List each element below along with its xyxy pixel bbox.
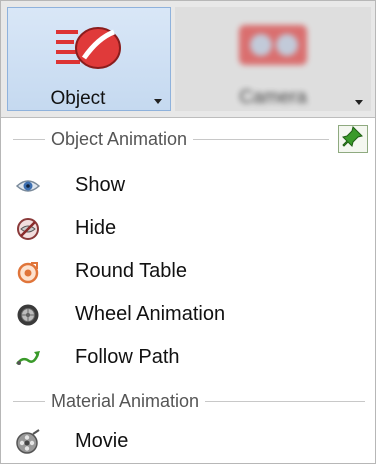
menu-item-label: Round Table xyxy=(75,259,187,282)
hidden-eye-icon xyxy=(15,216,41,242)
menu-item-round-table[interactable]: Round Table xyxy=(1,251,375,291)
film-reel-icon xyxy=(15,429,41,455)
divider xyxy=(193,138,329,140)
section-header-object-animation: Object Animation xyxy=(13,129,329,149)
object-disc-icon xyxy=(54,18,124,83)
divider xyxy=(13,400,45,402)
camera-button-label: Camera xyxy=(239,87,307,108)
object-button[interactable]: Object xyxy=(7,7,171,111)
menu-item-label: Wheel Animation xyxy=(75,302,226,325)
section-title: Material Animation xyxy=(51,390,200,411)
camera-icon xyxy=(233,17,313,78)
menu-item-show[interactable]: Show xyxy=(1,165,375,205)
section-header-material-animation: Material Animation xyxy=(13,391,365,411)
menu-item-wheel-animation[interactable]: Wheel Animation xyxy=(1,294,375,334)
eye-icon xyxy=(15,173,41,199)
menu-item-label: Movie xyxy=(75,429,129,452)
animation-menu-panel: Object Camera Object Animation Show Hide… xyxy=(0,0,376,464)
menu-item-follow-path[interactable]: Follow Path xyxy=(1,337,375,377)
menu-item-movie[interactable]: Movie xyxy=(1,421,375,461)
menu-item-label: Hide xyxy=(75,216,117,239)
menu-item-label: Follow Path xyxy=(75,345,180,368)
ribbon-toolbar: Object Camera xyxy=(1,1,375,118)
pin-button[interactable] xyxy=(338,125,368,153)
object-button-label: Object xyxy=(50,88,106,109)
menu-item-label: Show xyxy=(75,173,126,196)
divider xyxy=(205,400,365,402)
wheel-icon xyxy=(15,302,41,328)
pin-icon xyxy=(342,125,364,153)
section-title: Object Animation xyxy=(51,128,188,149)
menu-item-hide[interactable]: Hide xyxy=(1,208,375,248)
divider xyxy=(13,138,45,140)
object-dropdown-arrow[interactable] xyxy=(154,99,162,104)
path-arrow-icon xyxy=(15,345,41,371)
camera-button[interactable]: Camera xyxy=(175,7,371,111)
camera-dropdown-arrow[interactable] xyxy=(355,100,363,105)
rotating-disc-icon xyxy=(15,259,41,285)
